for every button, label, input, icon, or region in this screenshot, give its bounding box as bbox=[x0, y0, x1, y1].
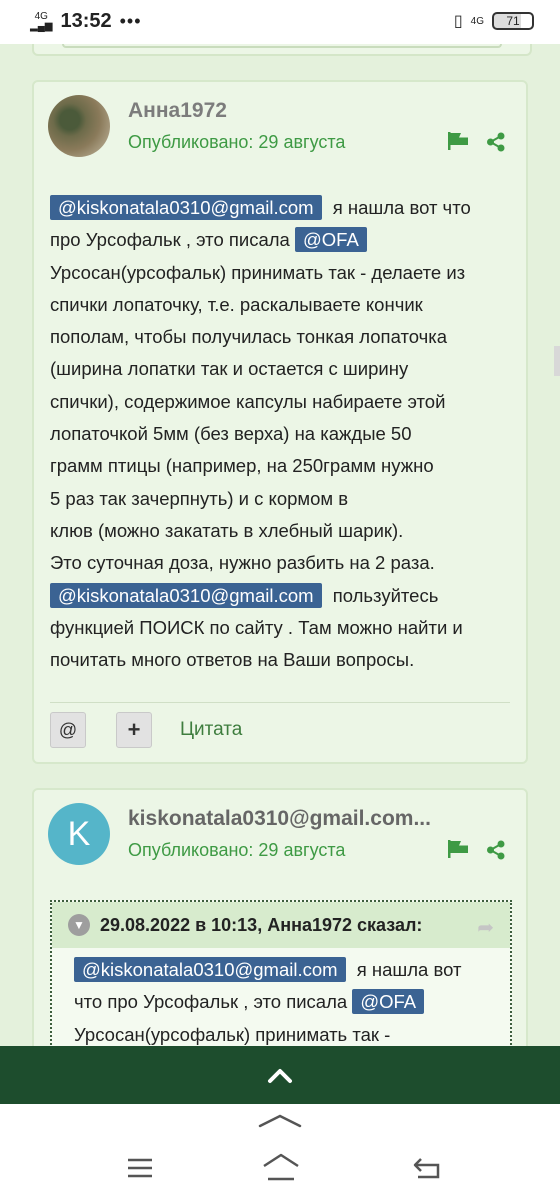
avatar[interactable]: K bbox=[48, 803, 110, 865]
scroll-to-top-bar[interactable] bbox=[0, 1046, 560, 1104]
mention-link[interactable]: @kiskonatala0310@gmail.com bbox=[50, 195, 322, 220]
quote-line: @kiskonatala0310@gmail.com я нашла вот bbox=[74, 954, 498, 986]
back-icon[interactable] bbox=[412, 1156, 442, 1180]
quote-button[interactable]: Цитата bbox=[180, 719, 242, 741]
chevron-up-icon[interactable] bbox=[267, 1065, 293, 1085]
post-date[interactable]: Опубликовано: 29 августа bbox=[128, 132, 345, 153]
post-line: грамм птицы (например, на 250грамм нужно bbox=[50, 455, 434, 477]
quote-line: что про Урсофальк , это писала @OFA bbox=[74, 986, 498, 1018]
home-icon[interactable] bbox=[262, 1152, 300, 1182]
network-icon: 4G bbox=[470, 15, 484, 27]
post-author[interactable]: Анна1972 bbox=[128, 99, 227, 123]
post-date[interactable]: Опубликовано: 29 августа bbox=[128, 840, 345, 861]
clock: 13:52 bbox=[60, 10, 112, 32]
post-line: @kiskonatala0310@gmail.com я нашла вот ч… bbox=[50, 192, 512, 224]
post-line: спички), содержимое капсулы набираете эт… bbox=[50, 390, 446, 412]
gesture-handle-icon[interactable] bbox=[258, 1112, 302, 1130]
mention-button[interactable]: @ bbox=[50, 712, 86, 748]
quote-header[interactable]: ▼ 29.08.2022 в 10:13, Анна1972 сказал: ➦ bbox=[52, 902, 510, 948]
post: Анна1972 Опубликовано: 29 августа @kisko… bbox=[32, 80, 528, 764]
status-bar: 4G ▂▄▆ 13:52 ••• ▯ 4G 71 bbox=[0, 0, 560, 44]
post-line: спички лопаточку, т.е. раскалываете конч… bbox=[50, 293, 423, 315]
multiquote-add-button[interactable]: + bbox=[116, 712, 152, 748]
flag-icon[interactable] bbox=[448, 132, 468, 150]
post-line: Это суточная доза, нужно разбить на 2 ра… bbox=[50, 552, 435, 574]
mention-link[interactable]: @OFA bbox=[295, 227, 367, 253]
post-author[interactable]: kiskonatala0310@gmail.com... bbox=[128, 807, 431, 831]
quote-body: @kiskonatala0310@gmail.com я нашла вот ч… bbox=[52, 948, 510, 1051]
post-line: Урсосан(урсофальк) принимать так - делае… bbox=[50, 261, 466, 283]
battery-icon: 71 bbox=[492, 12, 534, 30]
system-navigation-bar bbox=[0, 1104, 560, 1200]
mention-link[interactable]: @kiskonatala0310@gmail.com bbox=[50, 582, 322, 608]
avatar[interactable] bbox=[48, 95, 110, 157]
chevron-down-icon[interactable]: ▼ bbox=[68, 914, 90, 936]
vibrate-icon: ▯ bbox=[453, 13, 463, 30]
post-line: про Урсофальк , это писала @OFA bbox=[50, 224, 512, 256]
post-line: лопаточкой 5мм (без верха) на каждые 50 bbox=[50, 423, 412, 445]
post-line: почитать много ответов на Ваши вопросы. bbox=[50, 649, 415, 671]
divider bbox=[50, 702, 510, 703]
share-icon[interactable] bbox=[486, 840, 506, 860]
signal-icon: 4G ▂▄▆ bbox=[30, 10, 53, 32]
mention-link[interactable]: @kiskonatala0310@gmail.com bbox=[74, 957, 346, 982]
recent-apps-icon[interactable] bbox=[126, 1157, 154, 1179]
share-icon[interactable] bbox=[486, 132, 506, 152]
notification-dots-icon: ••• bbox=[119, 11, 142, 31]
post-body: @kiskonatala0310@gmail.com я нашла вот ч… bbox=[50, 192, 512, 676]
post-line: (ширина лопатки так и остается с ширину bbox=[50, 358, 409, 380]
post-line: @kiskonatala0310@gmail.com пользуйтесь bbox=[50, 580, 512, 612]
post-line: пополам, чтобы получилась тонкая лопаточ… bbox=[50, 326, 448, 348]
edge-panel-handle[interactable] bbox=[554, 346, 560, 376]
post-line: функцией ПОИСК по сайту . Там можно найт… bbox=[50, 616, 463, 638]
mention-link[interactable]: @OFA bbox=[352, 989, 425, 1015]
quote-attribution: 29.08.2022 в 10:13, Анна1972 сказал: bbox=[100, 914, 423, 935]
flag-icon[interactable] bbox=[448, 840, 468, 858]
post-line: 5 раз так зачерпнуть) и с кормом в bbox=[50, 487, 349, 509]
post-line: клюв (можно закатать в хлебный шарик). bbox=[50, 519, 404, 541]
go-to-original-icon[interactable]: ➦ bbox=[477, 915, 494, 940]
